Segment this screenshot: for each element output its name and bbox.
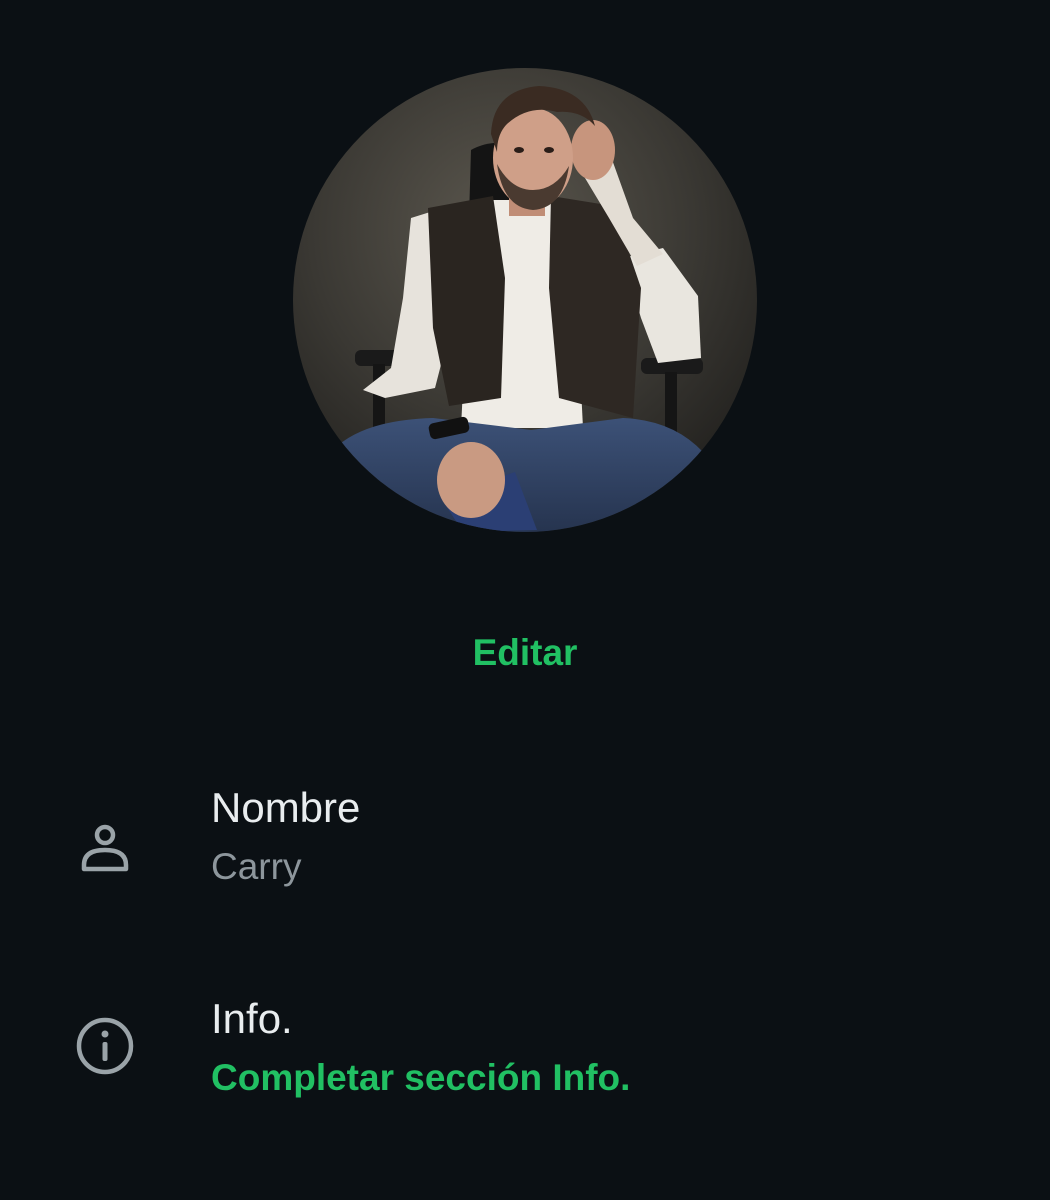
profile-screen: Editar Nombre Carry Info. Completar secc… — [0, 0, 1050, 1200]
name-row[interactable]: Nombre Carry — [0, 770, 1050, 910]
info-icon — [74, 1015, 136, 1077]
info-row[interactable]: Info. Completar sección Info. — [0, 985, 1050, 1125]
person-icon — [74, 816, 136, 878]
profile-photo[interactable] — [293, 68, 757, 532]
edit-photo-link[interactable]: Editar — [0, 632, 1050, 674]
name-label: Nombre — [211, 784, 361, 831]
info-label: Info. — [211, 995, 293, 1042]
info-value: Completar sección Info. — [211, 1057, 631, 1098]
profile-photo-image — [293, 68, 757, 532]
name-value: Carry — [211, 846, 302, 887]
